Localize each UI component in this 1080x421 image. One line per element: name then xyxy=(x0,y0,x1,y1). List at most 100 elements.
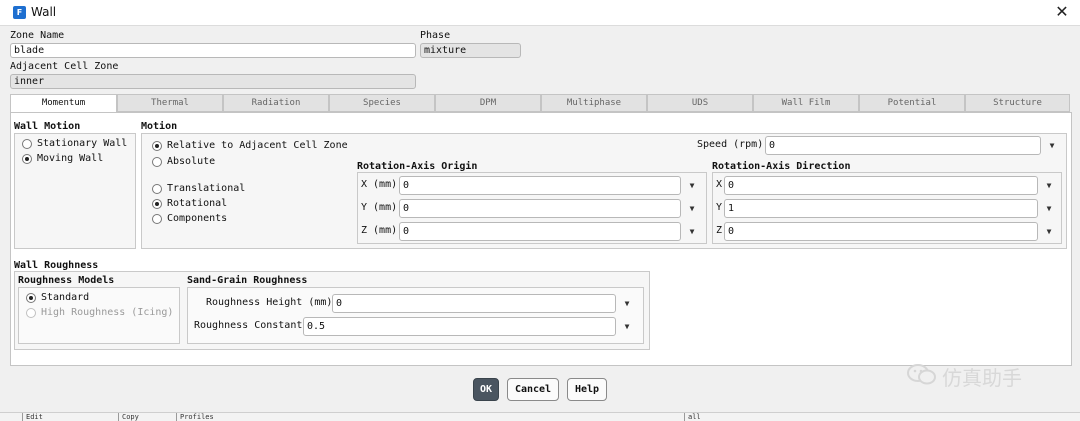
direction-z-combo: 0 ▼ xyxy=(724,222,1058,241)
background-profiles: Profiles xyxy=(176,413,256,421)
radio-absolute[interactable]: Absolute xyxy=(152,156,215,167)
tab-radiation[interactable]: Radiation xyxy=(223,94,329,112)
title-bar xyxy=(0,0,1080,26)
dropdown-arrow-icon[interactable]: ▼ xyxy=(685,203,699,215)
background-edit: Edit xyxy=(22,413,100,421)
radio-label: Rotational xyxy=(167,198,228,209)
direction-x-input[interactable]: 0 xyxy=(724,176,1038,195)
radio-label: Translational xyxy=(167,183,246,194)
direction-y-label: Y xyxy=(716,202,723,213)
tab-bar: Momentum Thermal Radiation Species DPM M… xyxy=(10,94,1070,113)
tab-dpm[interactable]: DPM xyxy=(435,94,541,112)
roughness-height-combo: 0 ▼ xyxy=(332,294,636,313)
wall-motion-group xyxy=(14,133,136,249)
radio-indicator xyxy=(152,140,162,151)
origin-z-label: Z (mm) xyxy=(361,225,398,236)
dropdown-arrow-icon[interactable]: ▼ xyxy=(1042,203,1056,215)
background-all: all xyxy=(684,413,724,421)
close-button[interactable]: ✕ xyxy=(1052,2,1072,22)
direction-x-combo: 0 ▼ xyxy=(724,176,1058,195)
tab-wall-film[interactable]: Wall Film xyxy=(753,94,859,112)
origin-y-combo: 0 ▼ xyxy=(399,199,701,218)
direction-y-input[interactable]: 1 xyxy=(724,199,1038,218)
radio-indicator xyxy=(22,153,32,164)
radio-indicator xyxy=(22,138,32,149)
dropdown-arrow-icon[interactable]: ▼ xyxy=(620,298,634,310)
roughness-constant-label: Roughness Constant xyxy=(194,320,303,331)
rotation-axis-direction-title: Rotation-Axis Direction xyxy=(712,161,851,172)
wechat-icon xyxy=(907,364,936,385)
dropdown-arrow-icon[interactable]: ▼ xyxy=(685,226,699,238)
origin-x-input[interactable]: 0 xyxy=(399,176,681,195)
origin-y-input[interactable]: 0 xyxy=(399,199,681,218)
radio-label: Moving Wall xyxy=(37,153,104,164)
radio-translational[interactable]: Translational xyxy=(152,183,245,194)
sand-grain-roughness-title: Sand-Grain Roughness xyxy=(187,275,308,286)
background-copy: Copy xyxy=(118,413,174,421)
tab-multiphase[interactable]: Multiphase xyxy=(541,94,647,112)
radio-stationary-wall[interactable]: Stationary Wall xyxy=(22,138,127,149)
wall-motion-title: Wall Motion xyxy=(14,121,81,132)
window-title: Wall xyxy=(31,5,57,19)
rotation-axis-origin-title: Rotation-Axis Origin xyxy=(357,161,478,172)
zone-name-label: Zone Name xyxy=(10,30,65,41)
radio-relative-to-adjacent-cell-zone[interactable]: Relative to Adjacent Cell Zone xyxy=(152,140,348,151)
speed-input[interactable]: 0 xyxy=(765,136,1041,155)
radio-indicator xyxy=(26,307,36,318)
wall-roughness-title: Wall Roughness xyxy=(14,260,99,271)
dropdown-arrow-icon[interactable]: ▼ xyxy=(1042,226,1056,238)
tab-structure[interactable]: Structure xyxy=(965,94,1070,112)
cancel-button[interactable]: Cancel xyxy=(507,378,559,401)
radio-indicator xyxy=(152,213,162,224)
speed-label: Speed (rpm) xyxy=(697,139,764,150)
tab-thermal[interactable]: Thermal xyxy=(117,94,223,112)
roughness-height-input[interactable]: 0 xyxy=(332,294,616,313)
dropdown-arrow-icon[interactable]: ▼ xyxy=(620,321,634,333)
origin-y-label: Y (mm) xyxy=(361,202,398,213)
tab-uds[interactable]: UDS xyxy=(647,94,753,112)
zone-name-input[interactable]: blade xyxy=(10,43,416,58)
app-icon: F xyxy=(13,6,26,19)
tab-momentum[interactable]: Momentum xyxy=(10,94,117,113)
radio-components[interactable]: Components xyxy=(152,213,227,224)
radio-indicator xyxy=(26,292,36,303)
roughness-models-title: Roughness Models xyxy=(18,275,115,286)
motion-title: Motion xyxy=(141,121,178,132)
phase-field: mixture xyxy=(420,43,521,58)
direction-z-label: Z xyxy=(716,225,723,236)
dropdown-arrow-icon[interactable]: ▼ xyxy=(685,180,699,192)
watermark-text: 仿真助手 xyxy=(942,366,1022,390)
origin-z-combo: 0 ▼ xyxy=(399,222,701,241)
dropdown-arrow-icon[interactable]: ▼ xyxy=(1042,180,1056,192)
phase-label: Phase xyxy=(420,30,451,41)
dropdown-arrow-icon[interactable]: ▼ xyxy=(1045,140,1059,152)
roughness-constant-combo: 0.5 ▼ xyxy=(303,317,636,336)
adjacent-cell-zone-field: inner xyxy=(10,74,416,89)
tab-potential[interactable]: Potential xyxy=(859,94,965,112)
radio-moving-wall[interactable]: Moving Wall xyxy=(22,153,103,164)
tab-species[interactable]: Species xyxy=(329,94,435,112)
ok-button[interactable]: OK xyxy=(473,378,499,401)
roughness-height-label: Roughness Height (mm) xyxy=(206,297,333,308)
origin-z-input[interactable]: 0 xyxy=(399,222,681,241)
roughness-constant-input[interactable]: 0.5 xyxy=(303,317,616,336)
help-button[interactable]: Help xyxy=(567,378,607,401)
radio-label: Stationary Wall xyxy=(37,138,128,149)
speed-combo: 0 ▼ xyxy=(765,136,1061,155)
adjacent-cell-zone-label: Adjacent Cell Zone xyxy=(10,61,119,72)
radio-label: Relative to Adjacent Cell Zone xyxy=(167,140,348,151)
close-icon: ✕ xyxy=(1055,2,1069,21)
radio-label: High Roughness (Icing) xyxy=(41,307,174,318)
radio-indicator xyxy=(152,183,162,194)
radio-indicator xyxy=(152,198,162,209)
radio-standard[interactable]: Standard xyxy=(26,292,89,303)
radio-indicator xyxy=(152,156,162,167)
origin-x-combo: 0 ▼ xyxy=(399,176,701,195)
radio-rotational[interactable]: Rotational xyxy=(152,198,227,209)
radio-high-roughness-icing: High Roughness (Icing) xyxy=(26,307,173,318)
radio-label: Components xyxy=(167,213,228,224)
direction-y-combo: 1 ▼ xyxy=(724,199,1058,218)
direction-z-input[interactable]: 0 xyxy=(724,222,1038,241)
direction-x-label: X xyxy=(716,179,723,190)
radio-label: Standard xyxy=(41,292,90,303)
